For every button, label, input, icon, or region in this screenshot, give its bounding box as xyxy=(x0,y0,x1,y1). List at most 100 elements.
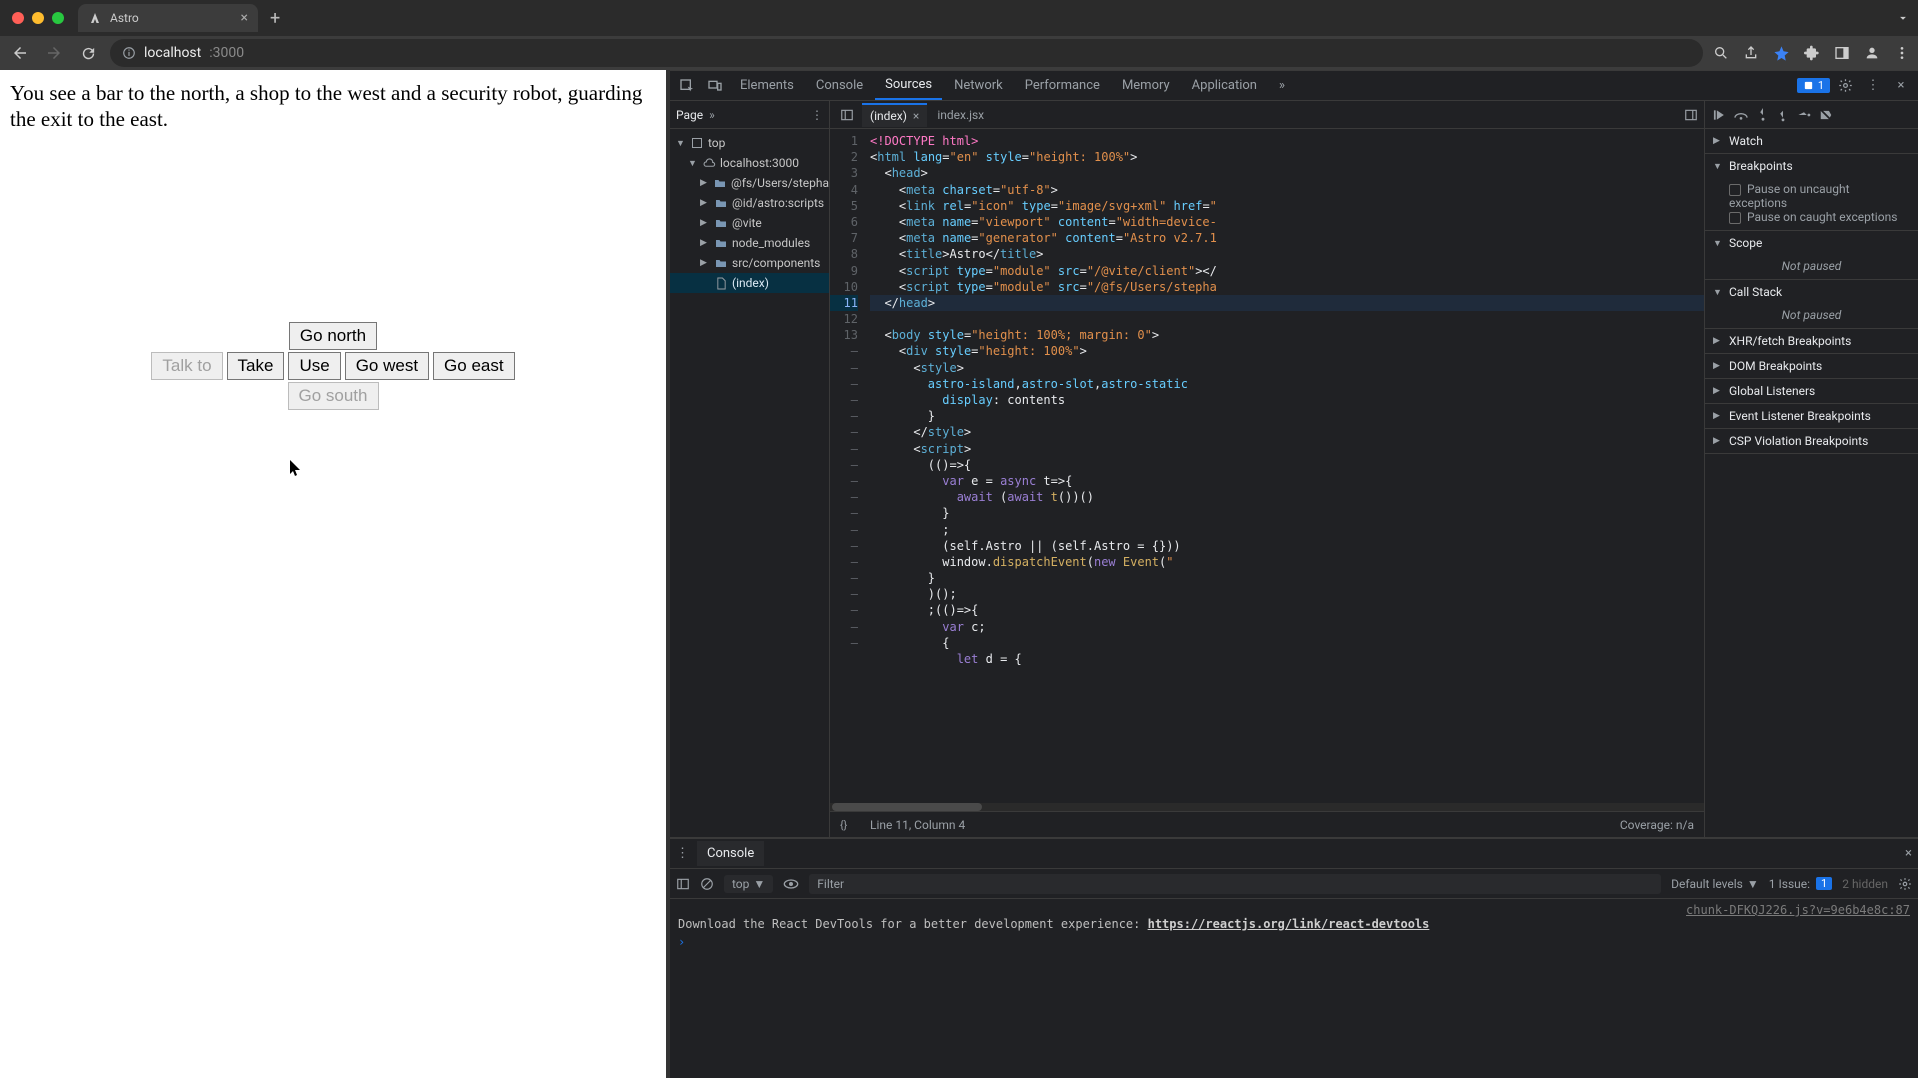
use-button[interactable]: Use xyxy=(288,352,340,380)
url-bar[interactable]: localhost:3000 xyxy=(110,39,1703,67)
editor-tab-index[interactable]: (index) × xyxy=(862,103,927,127)
navigator-menu-icon[interactable]: ⋮ xyxy=(811,108,823,122)
go-north-button[interactable]: Go north xyxy=(289,322,377,350)
drawer-tab-console[interactable]: Console xyxy=(697,841,764,866)
sidepanel-icon[interactable] xyxy=(1834,45,1850,61)
window-maximize-icon[interactable] xyxy=(52,12,64,24)
tab-application[interactable]: Application xyxy=(1182,72,1267,99)
console-issues[interactable]: 1 Issue: 1 xyxy=(1769,877,1832,891)
chevron-right-icon[interactable]: » xyxy=(709,108,715,122)
forward-button[interactable] xyxy=(42,41,66,65)
tree-origin[interactable]: ▼ localhost:3000 xyxy=(670,153,829,173)
breakpoints-section[interactable]: ▼Breakpoints xyxy=(1705,154,1918,178)
browser-toolbar: localhost:3000 xyxy=(0,36,1918,70)
code-editor[interactable]: 12345678910111213––––––––––––––––––– <!D… xyxy=(830,129,1704,803)
settings-icon[interactable] xyxy=(1832,73,1858,99)
tab-sources[interactable]: Sources xyxy=(875,71,942,100)
debugger-toolbar xyxy=(1705,101,1918,129)
deactivate-breakpoints-icon[interactable] xyxy=(1819,108,1833,122)
menu-icon[interactable] xyxy=(1894,45,1910,61)
console-settings-icon[interactable] xyxy=(1898,877,1912,891)
go-west-button[interactable]: Go west xyxy=(345,352,429,380)
dom-bp-section[interactable]: ▶DOM Breakpoints xyxy=(1705,354,1918,378)
live-expression-icon[interactable] xyxy=(783,878,799,890)
pause-uncaught-checkbox[interactable]: Pause on uncaught exceptions xyxy=(1729,182,1910,210)
issues-badge[interactable]: 1 xyxy=(1797,78,1830,93)
console-sidebar-icon[interactable] xyxy=(676,877,690,891)
new-tab-button[interactable]: + xyxy=(264,8,286,29)
tab-performance[interactable]: Performance xyxy=(1015,72,1110,99)
callstack-section[interactable]: ▼Call Stack xyxy=(1705,280,1918,304)
xhr-section[interactable]: ▶XHR/fetch Breakpoints xyxy=(1705,329,1918,353)
scope-section[interactable]: ▼Scope xyxy=(1705,231,1918,255)
console-filter[interactable]: Filter xyxy=(809,874,1661,894)
log-levels[interactable]: Default levels ▼ xyxy=(1671,877,1759,891)
profile-icon[interactable] xyxy=(1864,45,1880,61)
browser-tab[interactable]: Astro × xyxy=(78,4,258,32)
step-icon[interactable] xyxy=(1797,109,1811,121)
tree-folder[interactable]: ▶@id/astro:scripts xyxy=(670,193,829,213)
folder-icon xyxy=(714,176,727,190)
chevron-down-icon: ▼ xyxy=(753,877,765,891)
more-tabs-icon[interactable]: » xyxy=(1269,73,1295,99)
drawer-close-icon[interactable]: × xyxy=(1905,846,1912,861)
kebab-menu-icon[interactable]: ⋮ xyxy=(1860,73,1886,99)
tab-memory[interactable]: Memory xyxy=(1112,72,1180,99)
pause-caught-checkbox[interactable]: Pause on caught exceptions xyxy=(1729,210,1910,224)
go-east-button[interactable]: Go east xyxy=(433,352,515,380)
csp-bp-section[interactable]: ▶CSP Violation Breakpoints xyxy=(1705,429,1918,453)
message-source-link[interactable]: chunk-DFKQJ226.js?v=9e6b4e8c:87 xyxy=(1686,903,1910,917)
tab-close-icon[interactable]: × xyxy=(241,10,248,26)
step-out-icon[interactable] xyxy=(1777,108,1789,122)
watch-section[interactable]: ▶Watch xyxy=(1705,129,1918,153)
drawer-menu-icon[interactable]: ⋮ xyxy=(676,846,689,861)
horizontal-scrollbar[interactable] xyxy=(830,803,1704,811)
take-button[interactable]: Take xyxy=(227,352,285,380)
step-into-icon[interactable] xyxy=(1757,108,1769,122)
global-listeners-section[interactable]: ▶Global Listeners xyxy=(1705,379,1918,403)
tab-network[interactable]: Network xyxy=(944,72,1013,99)
step-over-icon[interactable] xyxy=(1733,109,1749,121)
tree-folder[interactable]: ▶node_modules xyxy=(670,233,829,253)
bookmark-icon[interactable] xyxy=(1773,45,1790,62)
inspect-element-icon[interactable] xyxy=(674,73,700,99)
console-context[interactable]: top ▼ xyxy=(724,875,773,893)
talk-to-button[interactable]: Talk to xyxy=(151,352,222,380)
go-south-button[interactable]: Go south xyxy=(288,382,379,410)
tree-folder[interactable]: ▶src/components xyxy=(670,253,829,273)
resume-icon[interactable] xyxy=(1711,108,1725,122)
toggle-sidebar-icon[interactable] xyxy=(1678,102,1704,128)
close-tab-icon[interactable]: × xyxy=(913,109,919,123)
tab-console[interactable]: Console xyxy=(806,72,873,99)
extensions-icon[interactable] xyxy=(1804,45,1820,61)
zoom-icon[interactable] xyxy=(1713,45,1729,61)
console-output[interactable]: chunk-DFKQJ226.js?v=9e6b4e8c:87 Download… xyxy=(670,899,1918,1078)
clear-console-icon[interactable] xyxy=(700,877,714,891)
reload-button[interactable] xyxy=(76,41,100,65)
event-bp-section[interactable]: ▶Event Listener Breakpoints xyxy=(1705,404,1918,428)
react-devtools-link[interactable]: https://reactjs.org/link/react-devtools xyxy=(1148,917,1430,931)
window-close-icon[interactable] xyxy=(12,12,24,24)
window-minimize-icon[interactable] xyxy=(32,12,44,24)
back-button[interactable] xyxy=(8,41,32,65)
site-info-icon[interactable] xyxy=(122,46,136,60)
console-prompt[interactable]: › xyxy=(678,931,1910,953)
tree-file-index[interactable]: (index) xyxy=(670,273,829,293)
window-controls xyxy=(8,12,72,24)
tab-elements[interactable]: Elements xyxy=(730,72,804,99)
tree-folder[interactable]: ▶@vite xyxy=(670,213,829,233)
tree-top[interactable]: ▼ top xyxy=(670,133,829,153)
tree-folder[interactable]: ▶@fs/Users/stepha xyxy=(670,173,829,193)
device-mode-icon[interactable] xyxy=(702,73,728,99)
devtools-close-icon[interactable]: × xyxy=(1888,73,1914,99)
hidden-messages[interactable]: 2 hidden xyxy=(1842,877,1888,891)
toggle-navigator-icon[interactable] xyxy=(834,102,860,128)
editor-tab-indexjsx[interactable]: index.jsx xyxy=(929,104,992,126)
pretty-print-icon[interactable]: {} xyxy=(840,818,856,832)
tab-overflow-icon[interactable] xyxy=(1896,11,1910,25)
folder-icon xyxy=(714,196,728,210)
share-icon[interactable] xyxy=(1743,45,1759,61)
navigator-tab-page[interactable]: Page » ⋮ xyxy=(670,101,829,129)
url-host: localhost xyxy=(144,45,201,61)
line-gutter: 12345678910111213––––––––––––––––––– xyxy=(830,129,864,803)
